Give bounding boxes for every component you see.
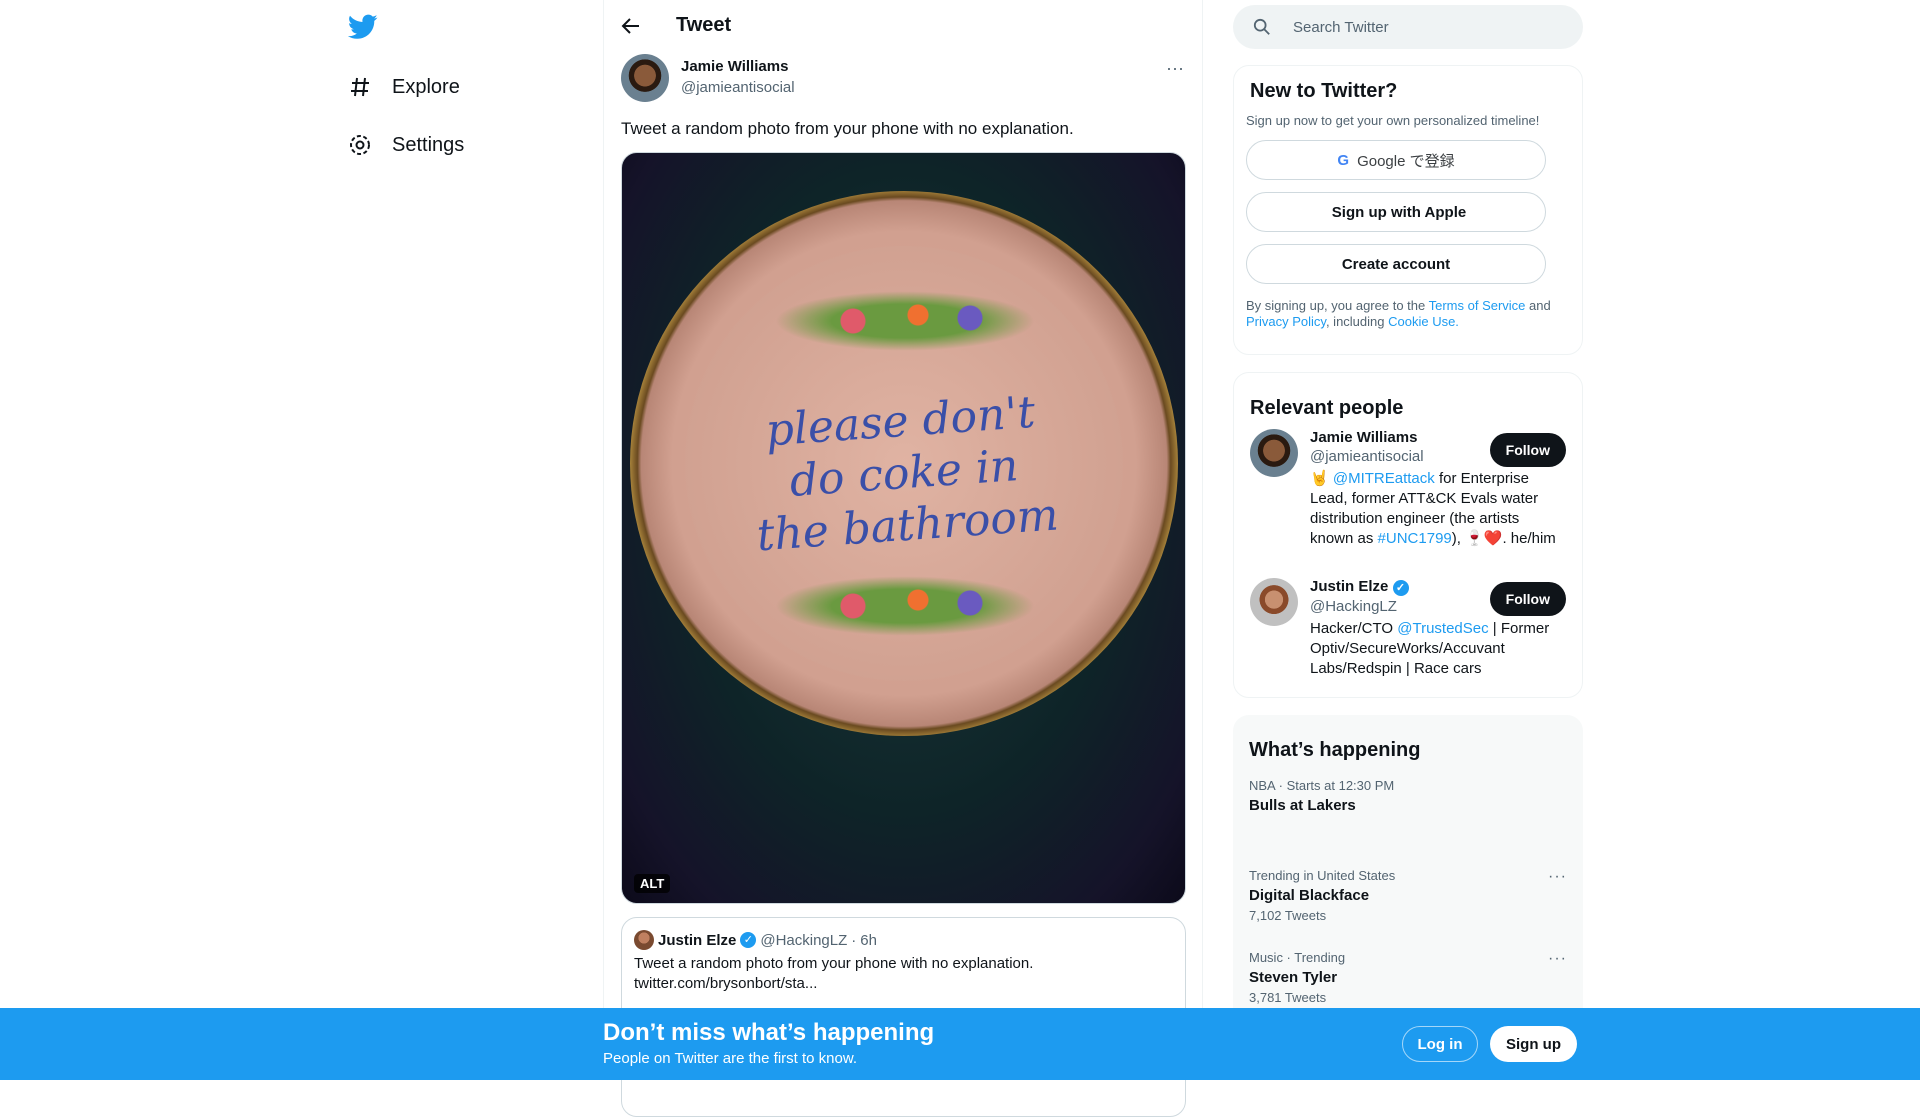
person-bio: Hacker/CTO @TrustedSec | Former Optiv/Se… [1310, 619, 1566, 679]
banner-title: Don’t miss what’s happening [603, 1019, 935, 1046]
quote-name: Justin Elze [658, 931, 737, 949]
search-input[interactable]: Search Twitter [1233, 5, 1583, 49]
nav-settings-label: Settings [392, 133, 465, 156]
tweet-photo[interactable]: please don't do coke in the bathroom ALT [621, 152, 1186, 904]
trend-count: 3,781 Tweets [1249, 990, 1327, 1005]
quote-link[interactable]: twitter.com/brysonbort/sta... [634, 974, 1173, 994]
page-title: Tweet [676, 14, 732, 36]
trend-count: 7,102 Tweets [1249, 908, 1327, 923]
embroidery-hoop: please don't do coke in the bathroom [630, 191, 1178, 736]
trend-item[interactable]: Trending in United States Digital Blackf… [1249, 868, 1583, 923]
google-signup-button[interactable]: G Google で登録 [1246, 140, 1546, 180]
person-avatar[interactable] [1250, 578, 1298, 626]
relevant-title: Relevant people [1250, 397, 1404, 419]
flowers-bottom [775, 576, 1035, 636]
separator: · [851, 931, 857, 949]
author-avatar[interactable] [621, 54, 669, 102]
signup-title: New to Twitter? [1250, 80, 1398, 102]
signup-subtitle: Sign up now to get your own personalized… [1246, 113, 1540, 128]
legal-text: By signing up, you agree to the Terms of… [1246, 298, 1566, 330]
tweet-text: Tweet a random photo from your phone wit… [621, 119, 1074, 138]
trend-item[interactable]: NBA · Starts at 12:30 PM Bulls at Lakers [1249, 778, 1583, 814]
quote-time: 6h [860, 931, 877, 949]
trend-title: Steven Tyler [1249, 969, 1338, 986]
person-name-text: Jamie Williams [1310, 429, 1418, 446]
signup-banner: Don’t miss what’s happening People on Tw… [0, 1008, 1920, 1080]
google-icon: G [1337, 151, 1350, 169]
terms-link[interactable]: Terms of Service [1429, 298, 1526, 313]
nav-settings[interactable]: Settings [348, 123, 464, 167]
quote-handle: @HackingLZ [760, 931, 848, 949]
bio-link[interactable]: #UNC1799 [1378, 530, 1452, 547]
apple-signup-label: Sign up with Apple [1331, 203, 1467, 221]
person-item[interactable]: Jamie Williams @jamieantisocial 🤘 @MITRE… [1250, 429, 1582, 549]
trend-meta: Music · Trending [1249, 950, 1346, 965]
nav-explore-label: Explore [392, 75, 460, 98]
trend-meta: NBA · Starts at 12:30 PM [1249, 778, 1395, 793]
verified-badge-icon: ✓ [740, 932, 757, 948]
nav-explore[interactable]: Explore [348, 65, 460, 109]
google-signup-label: Google で登録 [1357, 152, 1455, 170]
search-icon [1253, 18, 1270, 35]
legal-part: By signing up, you agree to the [1246, 298, 1429, 313]
trend-title: Bulls at Lakers [1249, 797, 1356, 814]
privacy-link[interactable]: Privacy Policy [1246, 314, 1326, 329]
person-name-text: Justin Elze [1310, 578, 1389, 595]
author-handle[interactable]: @jamieantisocial [681, 79, 795, 96]
login-button[interactable]: Log in [1402, 1026, 1478, 1062]
whats-happening-card: What’s happening NBA · Starts at 12:30 P… [1233, 715, 1583, 1035]
author-name[interactable]: Jamie Williams [681, 58, 788, 75]
bio-link[interactable]: @MITREattack [1333, 470, 1435, 487]
apple-signup-button[interactable]: Sign up with Apple [1246, 192, 1546, 232]
bio-text: Hacker/CTO [1310, 620, 1398, 637]
person-bio: 🤘 @MITREattack for Enterprise Lead, form… [1310, 469, 1566, 549]
trend-title: Digital Blackface [1249, 887, 1370, 904]
hashtag-icon [351, 77, 369, 97]
tweet-column: Tweet Jamie Williams @jamieantisocial ··… [603, 0, 1203, 1117]
more-options-icon[interactable]: ··· [1548, 868, 1567, 886]
bio-text: 🤘 [1310, 470, 1333, 487]
gear-icon [350, 135, 370, 155]
embroidered-text: please don't do coke in the bathroom [680, 381, 1128, 567]
banner-subtitle: People on Twitter are the first to know. [603, 1050, 858, 1067]
twitter-logo-icon[interactable] [347, 14, 378, 45]
create-account-button[interactable]: Create account [1246, 244, 1546, 284]
search-placeholder: Search Twitter [1293, 18, 1389, 36]
verified-badge-icon: ✓ [1392, 580, 1409, 596]
follow-button[interactable]: Follow [1489, 433, 1566, 467]
more-options-icon[interactable]: ··· [1548, 950, 1567, 968]
person-item[interactable]: Justin Elze ✓ @HackingLZ Hacker/CTO @Tru… [1250, 578, 1582, 679]
alt-badge[interactable]: ALT [634, 874, 671, 893]
quote-text: Tweet a random photo from your phone wit… [634, 955, 1034, 972]
person-avatar[interactable] [1250, 429, 1298, 477]
quote-avatar [634, 930, 654, 950]
trend-meta: Trending in United States [1249, 868, 1396, 883]
bio-text: ), 🍷❤️. he/him [1451, 530, 1556, 547]
signup-button[interactable]: Sign up [1490, 1026, 1577, 1062]
legal-part: , including [1325, 314, 1389, 329]
signup-card: New to Twitter? Sign up now to get your … [1233, 65, 1583, 355]
flowers-top [775, 291, 1035, 351]
back-arrow-icon[interactable] [621, 16, 641, 41]
legal-part: and [1525, 298, 1551, 313]
more-options-icon[interactable]: ··· [1166, 58, 1184, 79]
relevant-people-card: Relevant people Jamie Williams @jamieant… [1233, 372, 1583, 698]
trend-item[interactable]: Music · Trending Steven Tyler 3,781 Twee… [1249, 950, 1583, 1005]
follow-button[interactable]: Follow [1489, 582, 1566, 616]
cookie-link[interactable]: Cookie Use. [1388, 314, 1459, 329]
happening-title: What’s happening [1249, 739, 1421, 761]
bio-link[interactable]: @TrustedSec [1397, 620, 1488, 637]
